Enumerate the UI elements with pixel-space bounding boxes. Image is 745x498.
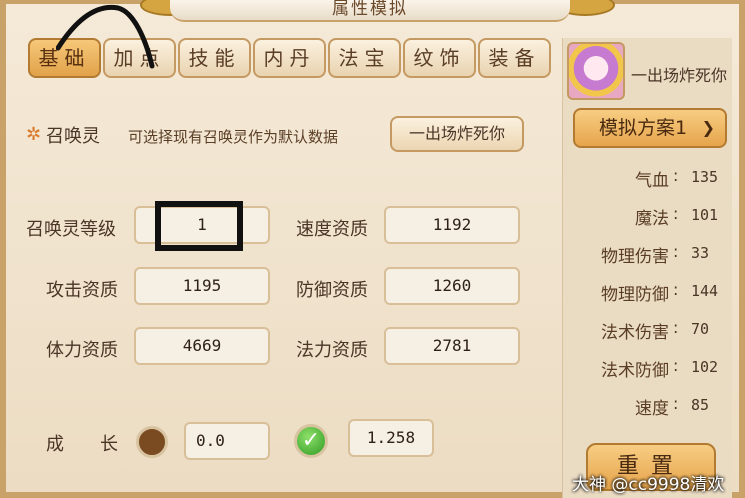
stat-row: 气血 : 135 (563, 166, 733, 204)
stat-row: 法术防御 : 102 (563, 356, 733, 394)
stat-colon: : (673, 166, 679, 185)
scheme-dropdown[interactable]: 模拟方案1 ❯ (573, 108, 727, 148)
stat-row: 魔法 : 101 (563, 204, 733, 242)
tab-ornament[interactable]: 纹饰 (403, 38, 476, 78)
growth-value-input[interactable]: 1.258 (348, 419, 434, 457)
attack-input[interactable]: 1195 (134, 267, 270, 305)
stat-value: 33 (691, 244, 710, 262)
tab-inner-core[interactable]: 内丹 (253, 38, 326, 78)
stamina-label: 体力资质 (46, 340, 118, 361)
level-label: 召唤灵等级 (26, 219, 116, 240)
star-icon: ✲ (26, 124, 42, 145)
summon-hint: 可选择现有召唤灵作为默认数据 (128, 128, 339, 146)
stat-label: 物理伤害 (601, 247, 669, 267)
tab-treasure[interactable]: 法宝 (328, 38, 401, 78)
window-title: 属性模拟 (332, 0, 408, 19)
hand-drawn-stroke (56, 4, 155, 69)
speed-input[interactable]: 1192 (384, 206, 520, 244)
stat-colon: : (673, 204, 679, 223)
stat-label: 魔法 (635, 209, 669, 229)
stat-value: 101 (691, 206, 719, 224)
stat-label: 法术伤害 (601, 323, 669, 343)
stat-colon: : (673, 280, 679, 299)
avatar[interactable] (567, 42, 625, 100)
stat-value: 85 (691, 396, 710, 414)
stat-label: 物理防御 (601, 285, 669, 305)
tab-equipment[interactable]: 装备 (478, 38, 551, 78)
defense-label: 防御资质 (296, 280, 368, 301)
scheme-label: 模拟方案1 (599, 117, 688, 139)
stat-value: 135 (691, 168, 719, 186)
stat-row: 速度 : 85 (563, 394, 733, 432)
stamina-input[interactable]: 4669 (134, 327, 270, 365)
stat-row: 物理伤害 : 33 (563, 242, 733, 280)
stat-colon: : (673, 394, 679, 413)
stat-label: 法术防御 (601, 361, 669, 381)
stats-list: 气血 : 135 魔法 : 101 物理伤害 : 33 物理防御 : 144 法… (563, 166, 733, 432)
sidebar: 一出场炸死你 模拟方案1 ❯ 气血 : 135 魔法 : 101 物理伤害 : … (562, 38, 732, 498)
stat-row: 法术伤害 : 70 (563, 318, 733, 356)
stat-colon: : (673, 356, 679, 375)
title-bar: 属性模拟 (170, 0, 570, 22)
magic-label: 法力资质 (296, 340, 368, 361)
stat-value: 144 (691, 282, 719, 300)
check-icon[interactable]: ✓ (294, 424, 328, 458)
stat-colon: : (673, 318, 679, 337)
tab-skills[interactable]: 技能 (178, 38, 251, 78)
magic-input[interactable]: 2781 (384, 327, 520, 365)
stat-value: 102 (691, 358, 719, 376)
summon-title: 召唤灵 (46, 126, 100, 147)
growth-base-input[interactable]: 0.0 (184, 422, 270, 460)
growth-label: 成 长 (46, 434, 118, 455)
summon-select-button[interactable]: 一出场炸死你 (390, 116, 524, 152)
avatar-name: 一出场炸死你 (631, 66, 728, 85)
watermark: 大神 @cc9998清欢 (572, 475, 725, 495)
chevron-down-icon: ❯ (701, 118, 715, 137)
stat-label: 速度 (635, 399, 669, 419)
stat-row: 物理防御 : 144 (563, 280, 733, 318)
attack-label: 攻击资质 (46, 280, 118, 301)
growth-radio[interactable] (136, 426, 168, 458)
highlight-box (155, 201, 243, 251)
stat-colon: : (673, 242, 679, 261)
speed-label: 速度资质 (296, 219, 368, 240)
stat-label: 气血 (635, 171, 669, 191)
stat-value: 70 (691, 320, 710, 338)
defense-input[interactable]: 1260 (384, 267, 520, 305)
